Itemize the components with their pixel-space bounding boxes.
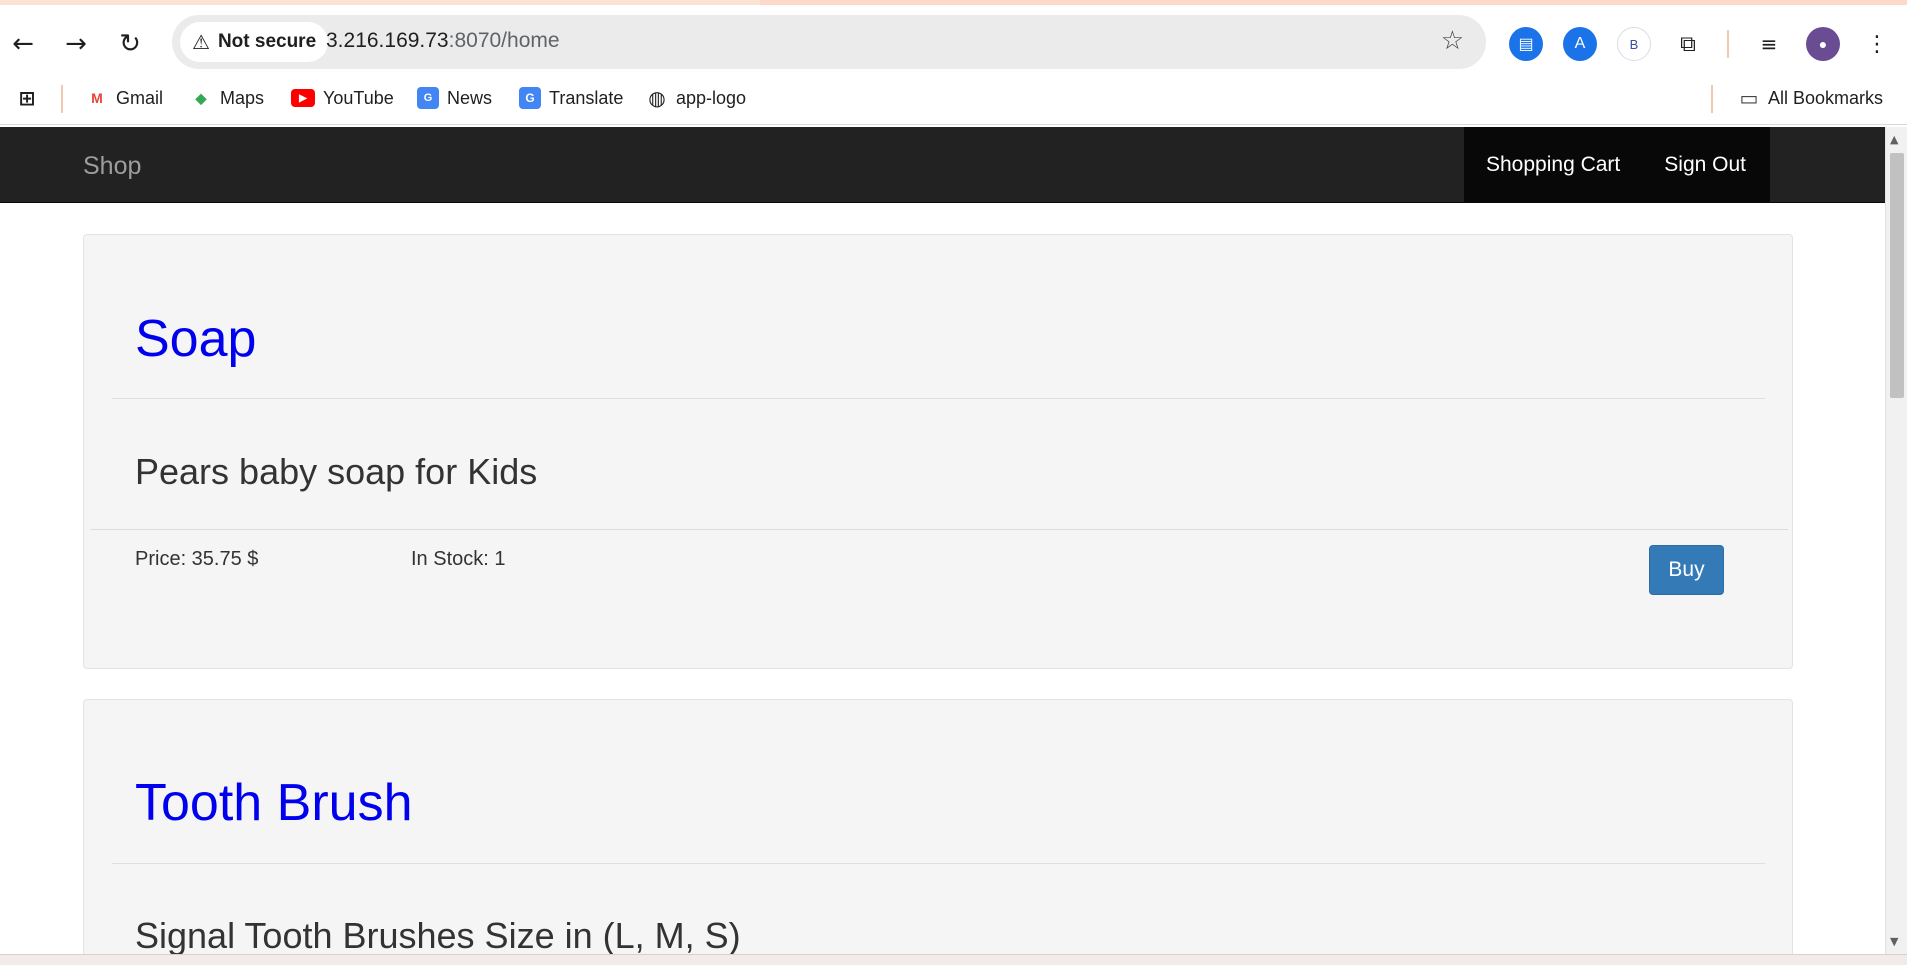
page-scrollbar[interactable]: ▲ ▼ [1885, 127, 1907, 954]
all-bookmarks-label: All Bookmarks [1768, 87, 1884, 108]
bookmarks-separator [61, 85, 63, 113]
bookmark-label: Translate [549, 87, 624, 108]
scroll-thumb[interactable] [1890, 153, 1904, 398]
product-description: Signal Tooth Brushes Size in (L, M, S) [135, 915, 741, 956]
url-host: 3.216.169.73 [326, 29, 449, 52]
site-navbar: Shop Shopping Cart Sign Out [0, 127, 1885, 203]
browser-toolbar: ← → ↻ ⚠ Not secure 3.216.169.73:8070/hom… [0, 5, 1907, 75]
bookmark-gmail[interactable]: M Gmail [86, 83, 163, 113]
bookmarks-separator-right [1711, 85, 1713, 113]
product-stock: In Stock: 1 [411, 548, 506, 570]
bookmark-youtube[interactable]: ▶ YouTube [291, 83, 394, 113]
sign-out-link[interactable]: Sign Out [1642, 153, 1768, 177]
card-divider [112, 863, 1765, 864]
forward-arrow-icon[interactable]: → [56, 24, 96, 64]
news-icon: G [417, 87, 439, 109]
product-description: Pears baby soap for Kids [135, 451, 538, 492]
bookmark-label: Gmail [116, 87, 164, 108]
maps-icon: ◆ [195, 89, 207, 106]
gmail-icon: M [91, 90, 103, 106]
b-extension-icon[interactable]: B [1617, 27, 1651, 61]
card-divider [112, 398, 1765, 399]
security-chip[interactable]: ⚠ Not secure [180, 22, 329, 62]
profile-avatar[interactable]: ● [1806, 27, 1840, 61]
reload-icon[interactable]: ↻ [110, 24, 150, 64]
address-bar[interactable]: ⚠ Not secure 3.216.169.73:8070/home ☆ [172, 15, 1486, 69]
menu-kebab-icon[interactable]: ⋮ [1860, 27, 1894, 61]
product-title-link[interactable]: Tooth Brush [135, 773, 413, 833]
bookmark-app-logo[interactable]: ◍ app-logo [646, 83, 746, 113]
bookmark-label: News [447, 87, 493, 108]
url-path: :8070/home [448, 29, 560, 52]
warning-icon: ⚠ [192, 30, 210, 54]
scroll-down-arrow-icon[interactable]: ▼ [1890, 935, 1898, 948]
globe-icon: ◍ [648, 86, 666, 110]
all-bookmarks-button[interactable]: ▭ All Bookmarks [1738, 83, 1883, 113]
bookmark-label: YouTube [323, 87, 394, 108]
toolbar-separator [1727, 30, 1729, 58]
buy-button[interactable]: Buy [1649, 545, 1724, 595]
docs-extension-icon[interactable]: ▤ [1509, 27, 1543, 61]
app-store-extension-icon[interactable]: A [1563, 27, 1597, 61]
product-title-link[interactable]: Soap [135, 309, 256, 369]
product-card: Tooth Brush Signal Tooth Brushes Size in… [83, 699, 1793, 956]
bookmark-news[interactable]: G News [417, 83, 492, 113]
folder-icon: ▭ [1739, 86, 1759, 110]
nav-right-menu: Shopping Cart Sign Out [1464, 127, 1770, 203]
card-footer-divider [90, 529, 1788, 530]
back-arrow-icon[interactable]: ← [3, 24, 43, 64]
translate-icon: G [519, 87, 541, 109]
product-card: Soap Pears baby soap for Kids Price: 35.… [83, 234, 1793, 669]
security-label: Not secure [217, 31, 317, 52]
bookmark-star-icon[interactable]: ☆ [1441, 26, 1464, 56]
product-price: Price: 35.75 $ [135, 548, 259, 570]
media-queue-icon[interactable]: ≡ [1752, 27, 1786, 61]
bookmark-maps[interactable]: ◆ Maps [190, 83, 264, 113]
bookmark-label: app-logo [676, 87, 747, 108]
apps-grid-icon[interactable]: ⊞ [16, 83, 38, 113]
bookmarks-bar: ⊞ M Gmail ◆ Maps ▶ YouTube G News G Tran… [0, 75, 1907, 125]
bookmark-label: Maps [220, 87, 265, 108]
url-text[interactable]: 3.216.169.73:8070/home [326, 29, 560, 53]
taskbar-edge [0, 954, 1907, 965]
scroll-up-arrow-icon[interactable]: ▲ [1890, 133, 1898, 146]
youtube-icon: ▶ [291, 89, 315, 107]
shopping-cart-link[interactable]: Shopping Cart [1464, 153, 1642, 177]
brand-link[interactable]: Shop [83, 152, 141, 181]
bookmark-translate[interactable]: G Translate [519, 83, 623, 113]
extensions-puzzle-icon[interactable]: ⧉ [1671, 27, 1705, 61]
